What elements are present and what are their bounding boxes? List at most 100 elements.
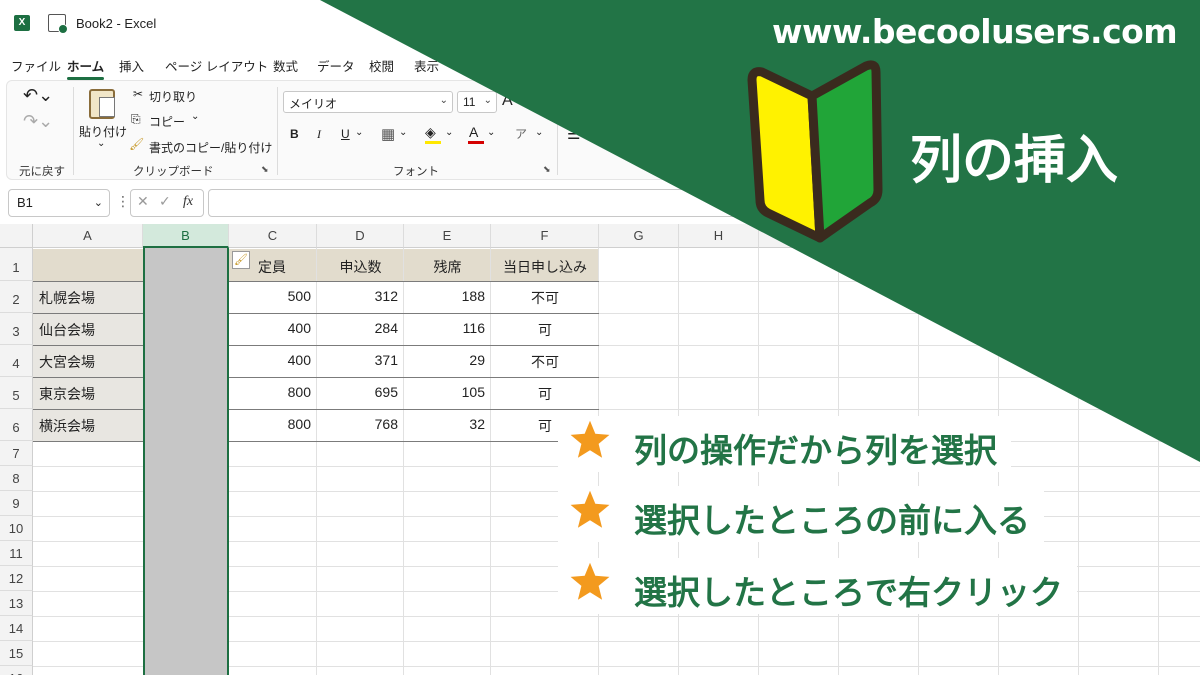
redo-icon[interactable]: ↷⌄ [23,111,53,132]
cut-button[interactable]: 切り取り [149,88,197,105]
ribbon-divider [73,87,74,175]
column-header-c[interactable]: C [229,224,317,248]
window-title: Book2 - Excel [76,16,157,31]
format-painter-button[interactable]: 書式のコピー/貼り付け [149,139,272,156]
applications-cell[interactable]: 371 [317,352,404,368]
insert-function-button[interactable]: fx [183,194,193,210]
italic-button[interactable]: I [317,127,321,142]
capacity-cell[interactable]: 500 [229,288,317,304]
column-header-g[interactable]: G [599,224,679,248]
header-applications[interactable]: 申込数 [317,257,404,277]
tab-formulas[interactable]: 数式 [273,56,298,75]
grow-font-button[interactable]: A [502,92,513,110]
fill-chevron-icon[interactable]: ⌄ [445,127,453,138]
font-color-chevron-icon[interactable]: ⌄ [487,127,495,138]
applications-cell[interactable]: 768 [317,416,404,432]
same-day-cell[interactable]: 不可 [491,288,599,308]
insert-options-icon[interactable]: 🖌 [232,251,250,269]
font-launcher-icon[interactable]: ⬊ [543,165,551,175]
venue-cell[interactable]: 横浜会場 [33,416,143,436]
applications-cell[interactable]: 284 [317,320,404,336]
row-header[interactable]: 10 [0,516,33,541]
venue-cell[interactable]: 札幌会場 [33,288,143,308]
cancel-icon[interactable]: ✕ [137,194,149,210]
more-icon[interactable]: ⋮ [116,194,130,210]
paste-chevron-icon[interactable]: ⌄ [97,138,105,149]
autosave-icon[interactable] [48,14,68,34]
capacity-cell[interactable]: 800 [229,384,317,400]
applications-cell[interactable]: 312 [317,288,404,304]
copy-chevron-icon[interactable]: ⌄ [191,111,199,122]
row-header[interactable]: 11 [0,541,33,566]
select-all-corner[interactable] [0,224,33,248]
phonetic-chevron-icon[interactable]: ⌄ [535,127,543,138]
row-header[interactable]: 2 [0,281,33,313]
font-size-select[interactable]: 11 ⌄ [457,91,497,113]
tab-home[interactable]: ホーム [67,56,105,80]
name-box[interactable]: B1 ⌄ [8,189,110,217]
tab-page-layout[interactable]: ページ レイアウト [165,56,268,75]
tab-insert[interactable]: 挿入 [119,56,144,75]
row-header[interactable]: 6 [0,409,33,441]
column-header-a[interactable]: A [33,224,143,248]
tab-view[interactable]: 表示 [414,56,439,75]
row-header[interactable]: 1 [0,248,33,281]
row-header[interactable]: 12 [0,566,33,591]
row-header[interactable]: 13 [0,591,33,616]
column-header-d[interactable]: D [317,224,404,248]
venue-cell[interactable]: 仙台会場 [33,320,143,340]
row-header[interactable]: 5 [0,377,33,409]
remaining-cell[interactable]: 116 [404,320,491,336]
remaining-cell[interactable]: 188 [404,288,491,304]
tab-file[interactable]: ファイル [11,56,61,75]
font-family-select[interactable]: メイリオ ⌄ [283,91,453,113]
row-header[interactable]: 7 [0,441,33,466]
copy-button[interactable]: コピー [149,113,185,130]
row-header[interactable]: 3 [0,313,33,345]
row-header[interactable]: 8 [0,466,33,491]
align-icon[interactable]: ☰ [567,125,580,143]
undo-icon[interactable]: ↶⌄ [23,85,53,106]
same-day-cell[interactable]: 不可 [491,352,599,372]
bold-button[interactable]: B [290,127,299,141]
header-same-day[interactable]: 当日申し込み [491,257,599,277]
point-text: 列の操作だから列を選択 [634,431,997,470]
formula-input[interactable] [208,189,808,217]
tab-review[interactable]: 校閲 [369,56,394,75]
column-header-rest [759,224,1200,248]
venue-cell[interactable]: 大宮会場 [33,352,143,372]
applications-cell[interactable]: 695 [317,384,404,400]
row-header[interactable]: 15 [0,641,33,666]
remaining-cell[interactable]: 105 [404,384,491,400]
paste-icon[interactable] [89,89,115,119]
venue-cell[interactable]: 東京会場 [33,384,143,404]
row-header[interactable]: 4 [0,345,33,377]
row-header[interactable]: 9 [0,491,33,516]
fill-color-icon[interactable]: ◈ [425,124,441,144]
column-header-e[interactable]: E [404,224,491,248]
remaining-cell[interactable]: 32 [404,416,491,432]
capacity-cell[interactable]: 800 [229,416,317,432]
underline-button[interactable]: U [341,127,350,141]
tab-data[interactable]: データ [317,56,355,75]
underline-chevron-icon[interactable]: ⌄ [355,127,363,138]
row-header[interactable]: 16 [0,666,33,675]
selected-column-b[interactable] [143,248,229,675]
column-header-f[interactable]: F [491,224,599,248]
column-header-h[interactable]: H [679,224,759,248]
capacity-cell[interactable]: 400 [229,320,317,336]
row-header[interactable]: 14 [0,616,33,641]
header-remaining[interactable]: 残席 [404,257,491,277]
enter-icon[interactable]: ✓ [159,194,171,210]
phonetic-icon[interactable]: ア [515,125,527,142]
clipboard-launcher-icon[interactable]: ⬊ [261,165,269,175]
same-day-cell[interactable]: 可 [491,320,599,340]
capacity-cell[interactable]: 400 [229,352,317,368]
borders-chevron-icon[interactable]: ⌄ [399,127,407,138]
font-color-icon[interactable]: A [468,124,484,144]
column-header-b[interactable]: B [143,224,229,248]
borders-icon[interactable]: ▦ [381,125,395,143]
remaining-cell[interactable]: 29 [404,352,491,368]
header-capacity[interactable]: 定員 [252,257,316,277]
same-day-cell[interactable]: 可 [491,384,599,404]
